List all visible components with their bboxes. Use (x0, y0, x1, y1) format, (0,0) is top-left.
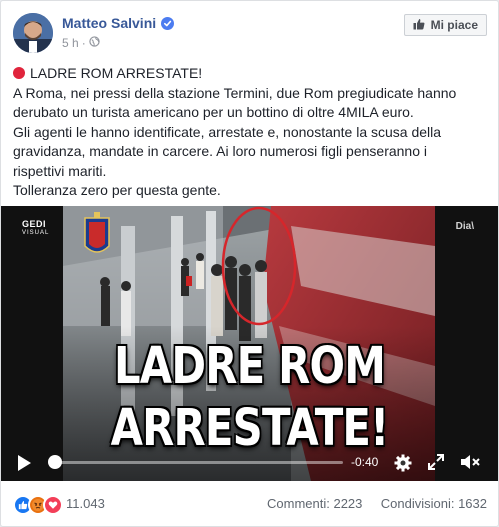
love-reaction-icon (43, 495, 63, 515)
progress-track[interactable] (53, 461, 343, 464)
post-timestamp[interactable]: 5 h (62, 36, 79, 50)
post-body: LADRE ROM ARRESTATE! A Roma, nei pressi … (13, 64, 489, 201)
play-icon[interactable] (18, 455, 31, 471)
post-text-line: gravidanza, mandate in carcere. Ai loro … (13, 143, 428, 159)
post-text-line: Gli agenti le hanno identificate, arrest… (13, 123, 442, 140)
progress-scrubber[interactable] (48, 455, 62, 469)
author-name-row: Matteo Salvini (62, 15, 175, 31)
red-circle-emoji-icon (13, 67, 25, 79)
post-text-line: A Roma, nei pressi della stazione Termin… (13, 84, 457, 101)
watermark-subtitle: VISUAL (22, 230, 50, 236)
gear-icon[interactable] (393, 453, 413, 478)
post-text-line: rispettivi mariti. (13, 162, 107, 179)
reaction-icons[interactable] (13, 495, 63, 515)
comments-count[interactable]: Commenti: 2223 (267, 496, 362, 511)
time-remaining: -0:40 (351, 455, 379, 469)
post-headline-line: LADRE ROM ARRESTATE! (13, 64, 489, 84)
like-page-label: Mi piace (430, 18, 478, 32)
watermark-title: GEDI (22, 219, 47, 229)
post-text-line: Tolleranza zero per questa gente. (13, 182, 221, 198)
post-footer: 11.043 Commenti: 2223 Condivisioni: 1632 (1, 481, 498, 526)
post-card: Matteo Salvini 5 h · Mi piace LADRE ROM … (0, 0, 499, 527)
shares-count[interactable]: Condivisioni: 1632 (381, 496, 487, 511)
reaction-count[interactable]: 11.043 (66, 496, 105, 511)
globe-icon[interactable] (89, 36, 100, 50)
post-meta: 5 h · (62, 36, 100, 50)
author-name[interactable]: Matteo Salvini (62, 15, 156, 31)
post-text-line: derubato un turista americano per un bot… (13, 104, 414, 120)
video-watermark-right: Dia\ (455, 221, 474, 232)
meta-separator: · (81, 36, 86, 50)
expand-icon[interactable] (427, 453, 445, 476)
video-overlay-title-line1: LADRE ROM (113, 337, 386, 396)
video-controls: -0:40 (1, 445, 498, 481)
like-page-button[interactable]: Mi piace (403, 14, 487, 36)
post-text-line: LADRE ROM ARRESTATE! (30, 65, 203, 81)
volume-muted-icon[interactable] (459, 453, 481, 476)
author-avatar[interactable] (13, 13, 53, 53)
video-watermark-left: GEDI VISUAL (22, 220, 49, 238)
verified-badge-icon (161, 16, 175, 30)
thumbs-up-icon (413, 18, 425, 33)
